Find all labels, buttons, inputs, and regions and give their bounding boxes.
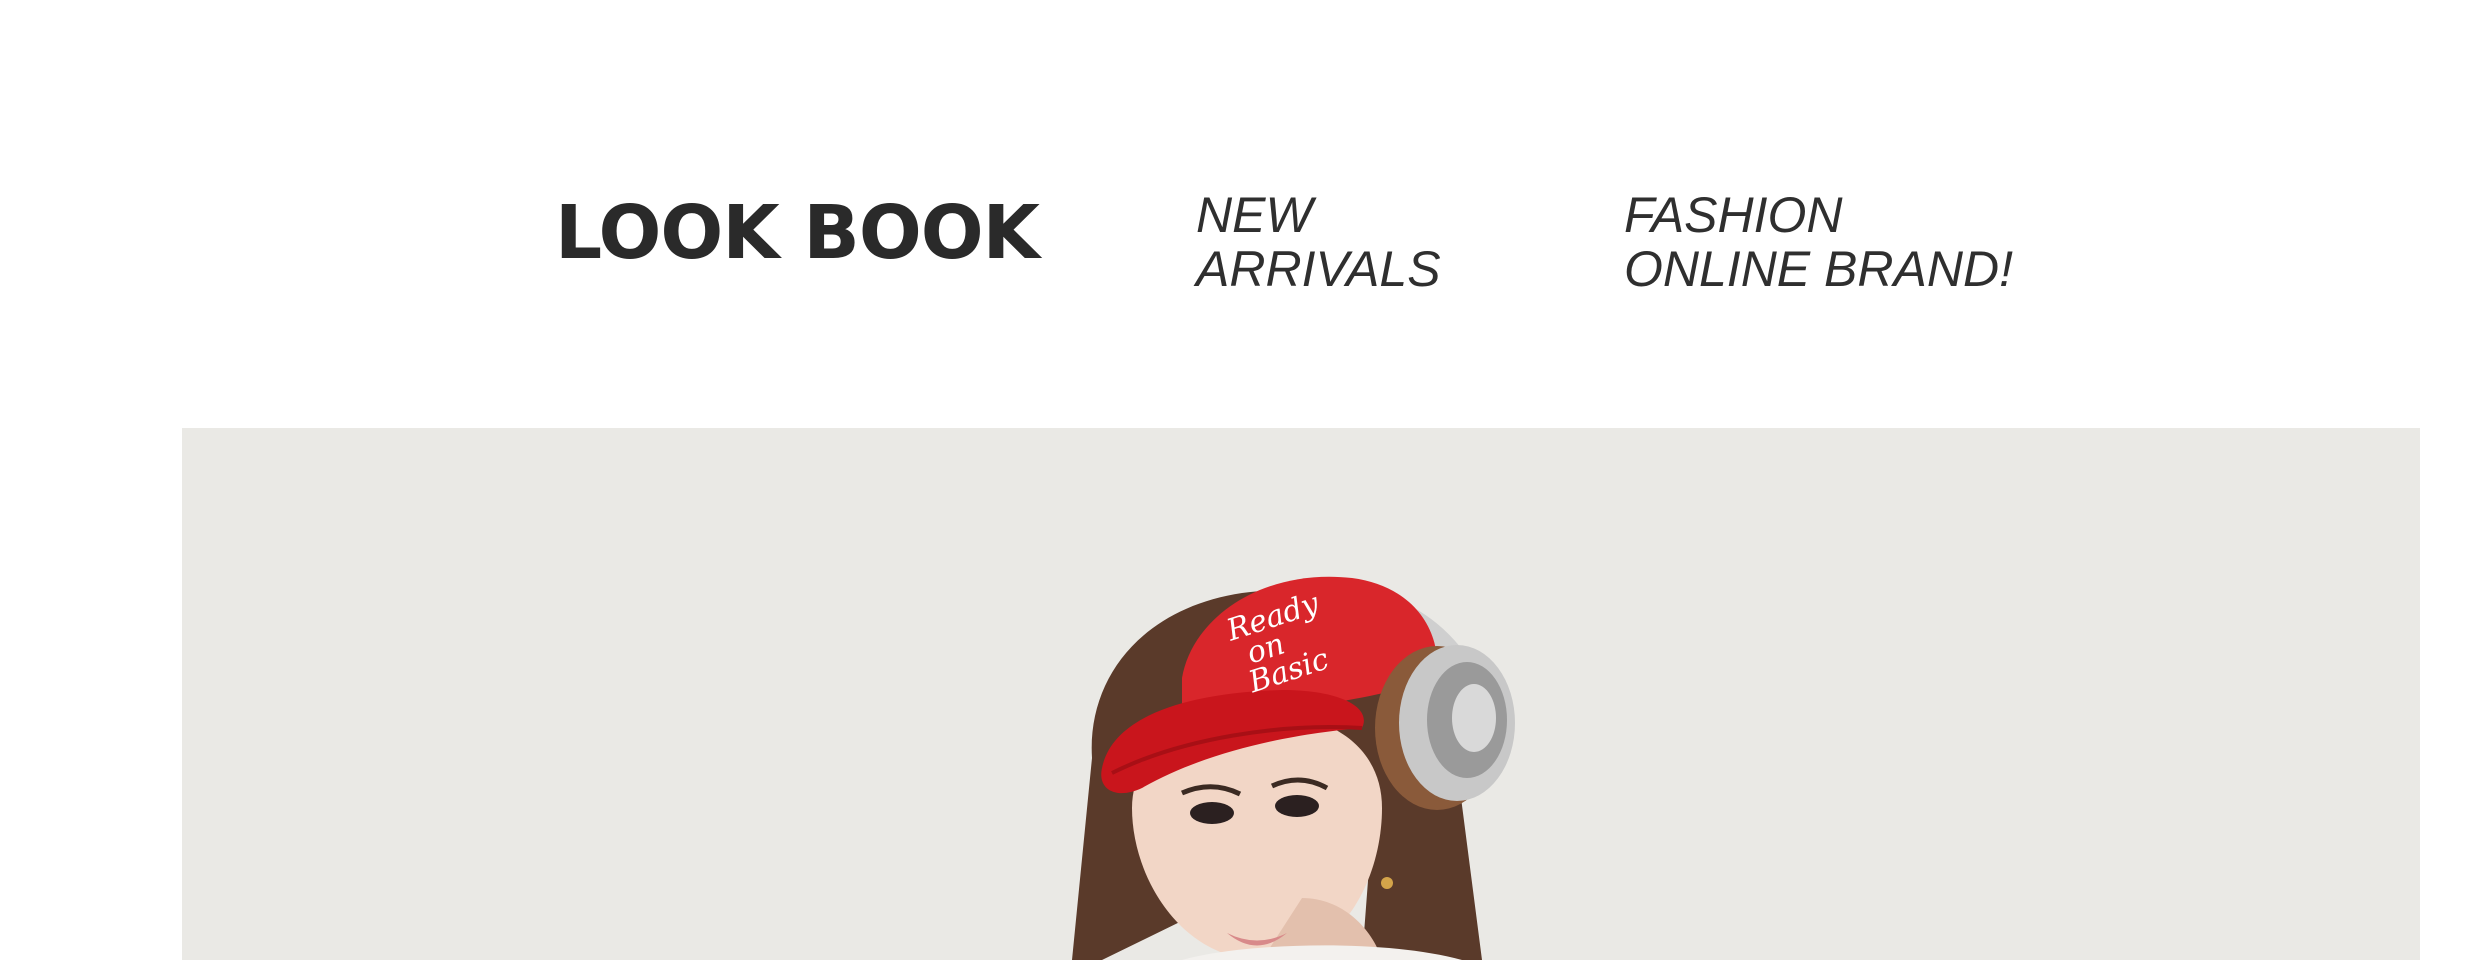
tagline-fashion-line2: ONLINE BRAND! (1624, 241, 2013, 297)
tagline-fashion-line1: FASHION (1624, 187, 1843, 243)
tagline-new-arrivals: NEW ARRIVALS (1196, 188, 1441, 296)
brand-title: LOOK BOOK (555, 190, 1040, 276)
lookbook-header: LOOK BOOK NEW ARRIVALS FASHION ONLINE BR… (0, 0, 2480, 428)
tagline-new-line1: NEW (1196, 187, 1313, 243)
tagline-fashion-brand: FASHION ONLINE BRAND! (1624, 188, 2013, 296)
tagline-new-line2: ARRIVALS (1196, 241, 1441, 297)
hero-banner: Ready on Basic (182, 428, 2420, 960)
hero-model-photo: Ready on Basic (182, 428, 2420, 960)
